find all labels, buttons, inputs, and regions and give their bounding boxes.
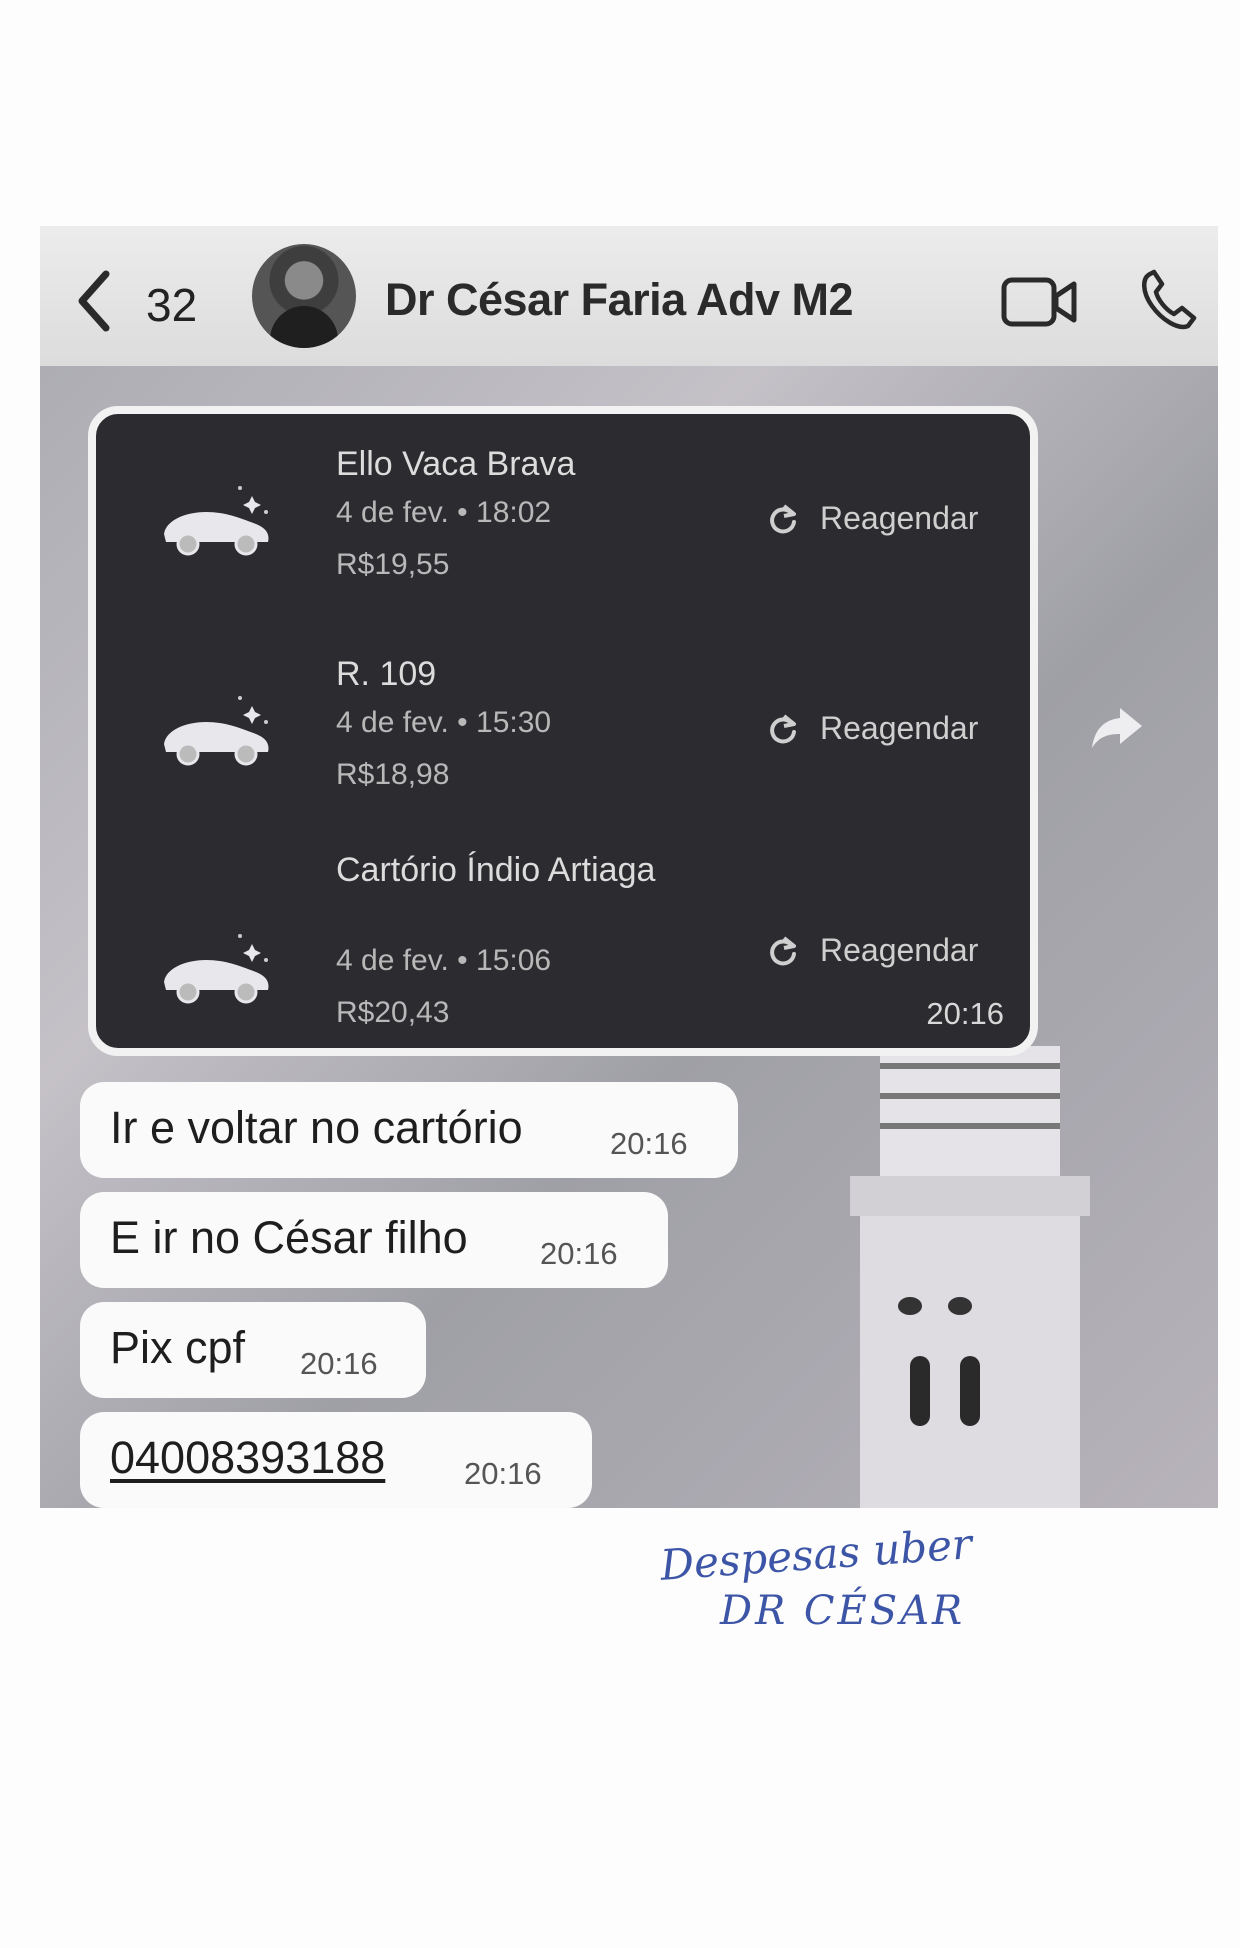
trip-item[interactable]: R. 109 4 de fev. • 15:30 R$18,98 Reagend… [96, 644, 1030, 834]
trip-item[interactable]: Ello Vaca Brava 4 de fev. • 18:02 R$19,5… [96, 434, 1030, 624]
trip-date: 4 de fev. • 18:02 [336, 496, 552, 529]
background-minaret-image [850, 1046, 1090, 1508]
message-bubble[interactable]: Ir e voltar no cartório 20:16 [80, 1082, 738, 1178]
chevron-left-icon [78, 270, 110, 332]
message-text: Ir e voltar no cartório [110, 1102, 523, 1153]
uber-trips-card[interactable]: Ello Vaca Brava 4 de fev. • 18:02 R$19,5… [88, 406, 1038, 1056]
refresh-icon [770, 714, 796, 744]
trip-price: R$18,98 [336, 758, 450, 791]
message-bubble[interactable]: Pix cpf 20:16 [80, 1302, 426, 1398]
message-time: 20:16 [540, 1236, 618, 1271]
video-camera-icon[interactable] [1000, 274, 1080, 330]
trip-destination: R. 109 [336, 655, 437, 693]
handwritten-note: Despesas uber DR CÉSAR [659, 1519, 1000, 1670]
forward-icon[interactable] [1090, 704, 1144, 750]
trip-price: R$20,43 [336, 996, 450, 1029]
message-text: E ir no César filho [110, 1212, 468, 1263]
contact-name[interactable]: Dr César Faria Adv M2 [385, 274, 854, 326]
trip-item[interactable]: Cartório Índio Artiaga 4 de fev. • 15:06… [96, 850, 1030, 1040]
reschedule-label: Reagendar [820, 932, 979, 968]
back-button[interactable]: 32 [74, 266, 244, 336]
message-time: 20:16 [464, 1456, 542, 1491]
trip-destination: Ello Vaca Brava [336, 445, 576, 483]
unread-count: 32 [146, 279, 198, 331]
refresh-icon [770, 936, 796, 966]
message-time: 20:16 [926, 996, 1004, 1031]
trip-date: 4 de fev. • 15:06 [336, 944, 552, 977]
message-time: 20:16 [610, 1126, 688, 1161]
reschedule-label: Reagendar [820, 710, 979, 746]
trip-price: R$19,55 [336, 548, 450, 581]
message-bubble[interactable]: 04008393188 20:16 [80, 1412, 592, 1508]
avatar[interactable] [252, 244, 356, 348]
reschedule-label: Reagendar [820, 500, 979, 536]
trip-destination: Cartório Índio Artiaga [336, 851, 656, 889]
message-bubble[interactable]: E ir no César filho 20:16 [80, 1192, 668, 1288]
message-text: Pix cpf [110, 1322, 246, 1373]
message-time: 20:16 [300, 1346, 378, 1381]
car-icon [164, 934, 269, 1004]
car-icon [164, 486, 269, 556]
refresh-icon [770, 504, 796, 534]
car-icon [164, 696, 269, 766]
handwritten-note-line1: Despesas uber [658, 1519, 974, 1590]
handwritten-note-line2: DR CÉSAR [720, 1588, 966, 1634]
phone-icon[interactable] [1138, 268, 1200, 334]
chat-header: 32 Dr César Faria Adv M2 [40, 226, 1218, 366]
chat-screen: 32 Dr César Faria Adv M2 Ello Vaca Brava… [40, 226, 1218, 1508]
cpf-number-link[interactable]: 04008393188 [110, 1432, 385, 1484]
trip-date: 4 de fev. • 15:30 [336, 706, 552, 739]
